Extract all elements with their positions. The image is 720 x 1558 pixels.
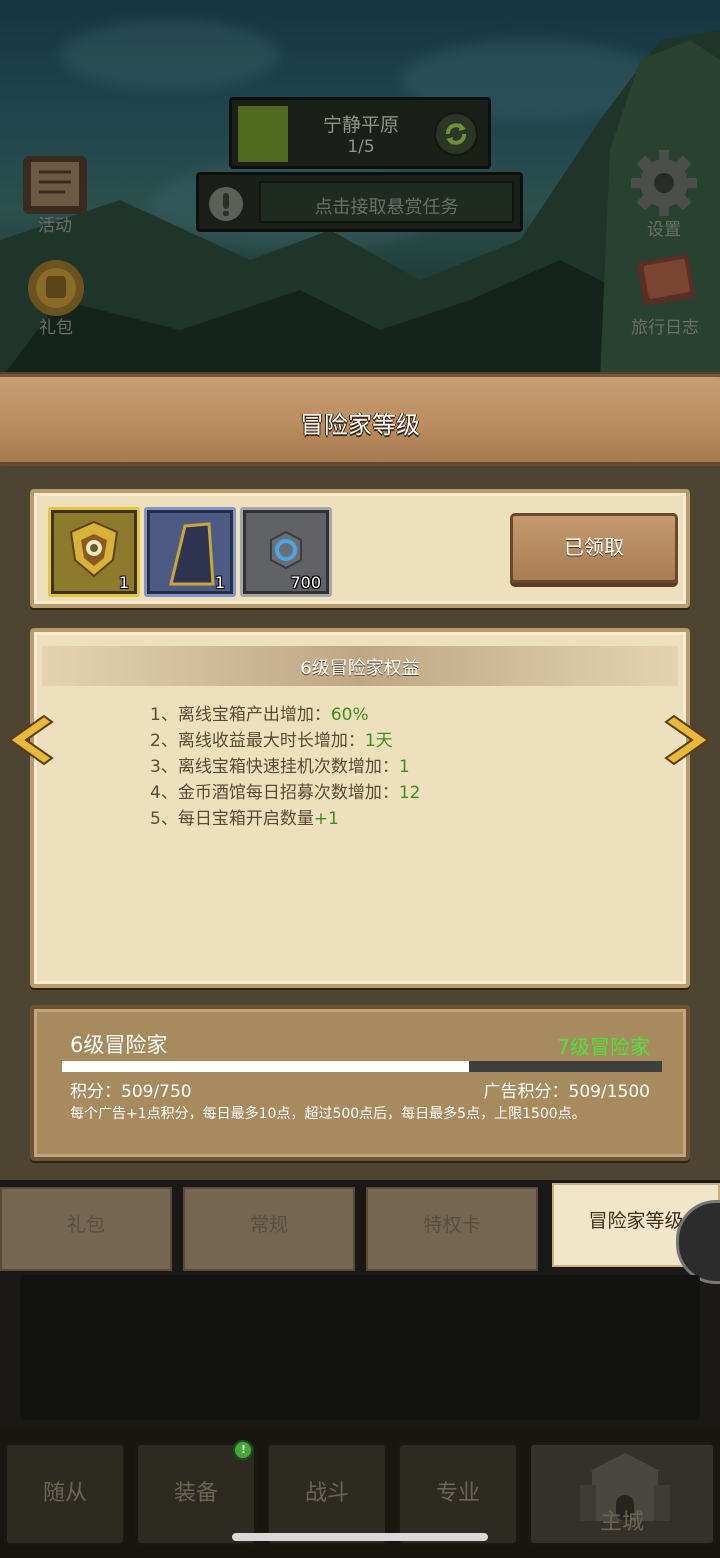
home-indicator[interactable] bbox=[232, 1533, 488, 1541]
scroll-board-icon bbox=[23, 156, 87, 214]
settings-label: 设置 bbox=[647, 220, 681, 240]
nav-followers[interactable]: 随从 bbox=[4, 1442, 126, 1546]
benefit-item: 4、金币酒馆每日招募次数增加：12 bbox=[150, 783, 421, 803]
panel-header: 冒险家等级 bbox=[0, 374, 720, 466]
stage-progress-text: 1/5 bbox=[347, 137, 375, 157]
rewards-box: 1 1 700 已领取 bbox=[30, 489, 690, 608]
gear-icon bbox=[631, 150, 697, 216]
benefit-item: 5、每日宝箱开启数量+1 bbox=[150, 809, 339, 829]
bounty-text: 点击接取悬赏任务 bbox=[314, 197, 459, 218]
benefits-title-bar: 6级冒险家权益 bbox=[42, 646, 678, 686]
benefits-box: 6级冒险家权益 1、离线宝箱产出增加：60% 2、离线收益最大时长增加：1天 3… bbox=[30, 628, 690, 988]
reward-slot[interactable]: 1 bbox=[144, 507, 236, 597]
reward-slot[interactable]: 700 bbox=[240, 507, 332, 597]
claimed-button[interactable]: 已领取 bbox=[510, 513, 678, 583]
panel-title: 冒险家等级 bbox=[300, 411, 420, 439]
settings-button[interactable]: 设置 bbox=[622, 148, 706, 240]
stage-title: 宁静平原 bbox=[322, 114, 399, 136]
nav-battle[interactable]: 战斗 bbox=[266, 1442, 388, 1546]
tab-regular[interactable]: 常规 bbox=[183, 1187, 355, 1271]
nav-profession[interactable]: 专业 bbox=[397, 1442, 519, 1546]
stage-box[interactable]: 宁静平原 1/5 bbox=[229, 97, 491, 169]
benefit-item: 1、离线宝箱产出增加：60% bbox=[150, 705, 369, 725]
next-level: 7级冒险家 bbox=[557, 1035, 650, 1059]
journal-label: 旅行日志 bbox=[631, 318, 699, 338]
tab-content-area bbox=[20, 1275, 700, 1420]
reward-qty: 1 bbox=[214, 573, 225, 592]
tab-gift[interactable]: 礼包 bbox=[0, 1187, 172, 1271]
tab-privilege-card[interactable]: 特权卡 bbox=[366, 1187, 538, 1271]
bounty-task-bar[interactable]: 点击接取悬赏任务 bbox=[196, 172, 523, 232]
chevron-left-icon bbox=[8, 714, 54, 766]
points-text: 积分：509/750 bbox=[70, 1082, 192, 1102]
level-progress-bar bbox=[62, 1061, 662, 1072]
benefit-item: 2、离线收益最大时长增加：1天 bbox=[150, 731, 393, 751]
notification-badge: ! bbox=[233, 1440, 253, 1460]
benefits-title: 6级冒险家权益 bbox=[300, 658, 420, 679]
level-progress-box: 6级冒险家 7级冒险家 积分：509/750 广告积分：509/1500 每个广… bbox=[30, 1005, 690, 1161]
benefit-list: 1、离线宝箱产出增加：60% 2、离线收益最大时长增加：1天 3、离线宝箱快速挂… bbox=[150, 702, 420, 832]
current-level: 6级冒险家 bbox=[70, 1033, 168, 1057]
prev-level-button[interactable] bbox=[4, 714, 54, 766]
reward-qty: 1 bbox=[118, 573, 129, 592]
gift-button[interactable]: 礼包 bbox=[18, 258, 94, 338]
next-level-button[interactable] bbox=[664, 714, 714, 766]
nav-main-city[interactable]: 主城 bbox=[528, 1442, 716, 1546]
benefit-item: 3、离线宝箱快速挂机次数增加：1 bbox=[150, 757, 410, 777]
stage-progress-fill bbox=[238, 106, 288, 162]
journal-book-icon bbox=[637, 254, 695, 306]
journal-button[interactable]: 旅行日志 bbox=[620, 252, 710, 338]
reward-qty: 700 bbox=[290, 573, 321, 592]
level-progress-fill bbox=[62, 1061, 470, 1072]
refresh-icon bbox=[446, 123, 466, 145]
nav-main-city-label: 主城 bbox=[599, 1510, 644, 1535]
alert-icon bbox=[209, 187, 243, 221]
points-note: 每个广告+1点积分，每日最多10点，超过500点后，每日最多5点，上限1500点… bbox=[70, 1106, 586, 1122]
refresh-button[interactable] bbox=[434, 112, 478, 156]
activity-button[interactable]: 活动 bbox=[12, 150, 98, 236]
reward-slot[interactable]: 1 bbox=[48, 507, 140, 597]
ad-points-text: 广告积分：509/1500 bbox=[483, 1082, 650, 1102]
gift-bag-icon bbox=[28, 260, 84, 316]
chevron-right-icon bbox=[664, 714, 710, 766]
